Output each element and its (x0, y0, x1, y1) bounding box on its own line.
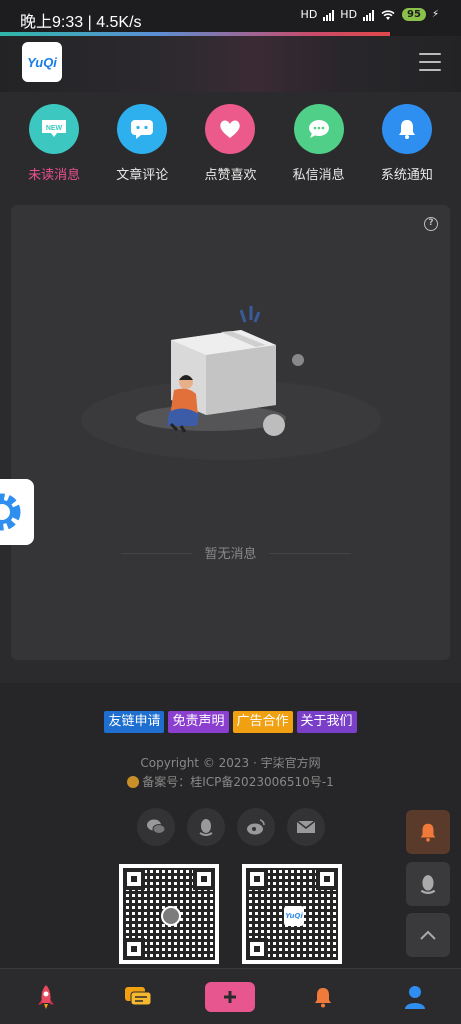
help-icon[interactable]: ? (424, 217, 438, 231)
wifi-icon (381, 9, 395, 20)
qq-icon[interactable] (186, 808, 225, 846)
settings-float-button[interactable] (0, 479, 34, 545)
wechat-qr-code (119, 864, 219, 964)
user-icon (404, 985, 425, 1009)
site-footer: 友链申请 免责声明 广告合作 关于我们 Copyright © 2023 · 宇… (0, 683, 461, 968)
qr-avatar (161, 906, 181, 926)
message-nav: NEW 未读消息 文章评论 点赞喜欢 私信消息 系统通知 (0, 104, 461, 183)
bell-icon (381, 104, 432, 154)
weibo-icon[interactable] (236, 808, 275, 846)
tab-notifications[interactable] (293, 984, 353, 1010)
social-links (0, 808, 461, 846)
nav-unread[interactable]: NEW 未读消息 (14, 104, 94, 183)
bell-icon (420, 823, 436, 842)
heart-icon (205, 104, 256, 154)
copyright-text: Copyright © 2023 · 宇柒官方网 (140, 756, 321, 770)
qr-logo: YuQi (284, 906, 304, 926)
link-about-us[interactable]: 关于我们 (296, 711, 357, 733)
link-friend-apply[interactable]: 友链申请 (104, 711, 165, 733)
chat-bubble-icon (293, 104, 344, 154)
site-header: YuQi (0, 36, 461, 92)
status-time: 晚上9:33 | 4.5K/s (20, 14, 142, 31)
nav-system-notice[interactable]: 系统通知 (367, 104, 447, 183)
tab-profile[interactable] (385, 984, 445, 1010)
nav-likes[interactable]: 点赞喜欢 (190, 104, 270, 183)
link-ad-cooperation[interactable]: 广告合作 (232, 711, 293, 733)
nav-private-messages[interactable]: 私信消息 (279, 104, 359, 183)
qq-icon (420, 875, 436, 894)
signal-icon-2 (363, 9, 375, 21)
email-icon[interactable] (286, 808, 325, 846)
wechat-icon[interactable] (136, 808, 175, 846)
footer-links: 友链申请 免责声明 广告合作 关于我们 (0, 711, 461, 733)
tab-home[interactable] (16, 984, 76, 1010)
nav-label-unread: 未读消息 (28, 168, 81, 183)
tab-publish[interactable] (200, 981, 260, 1012)
nav-label-likes: 点赞喜欢 (204, 168, 257, 183)
chevron-up-icon (420, 930, 436, 940)
back-to-top-button[interactable] (406, 913, 450, 957)
nav-comments[interactable]: 文章评论 (102, 104, 182, 183)
hd-label: HD (300, 8, 318, 21)
link-disclaimer[interactable]: 免责声明 (168, 711, 229, 733)
signal-icon (323, 9, 335, 21)
bell-icon (314, 987, 331, 1007)
icp-text[interactable]: 备案号：桂ICP备2023006510号-1 (142, 775, 333, 789)
empty-message: 暂无消息 (192, 547, 269, 562)
charging-icon: ⚡ (431, 9, 439, 20)
hd-label-2: HD (340, 8, 358, 21)
police-badge-icon (127, 776, 140, 788)
new-badge-icon: NEW (29, 104, 80, 154)
status-bar: 晚上9:33 | 4.5K/s HD HD 95 ⚡ (0, 0, 461, 36)
comment-icon (117, 104, 168, 154)
notification-float-button[interactable] (406, 810, 450, 854)
plus-icon (205, 981, 256, 1012)
battery-icon: 95 (402, 8, 426, 21)
nav-label-comments: 文章评论 (116, 168, 169, 183)
message-list-card: ? 暂无消息 (11, 205, 450, 660)
qq-float-button[interactable] (406, 862, 450, 906)
rocket-icon (38, 984, 55, 1009)
new-badge-text: NEW (46, 125, 63, 132)
gear-icon (0, 493, 21, 531)
tab-messages[interactable] (108, 985, 168, 1009)
menu-icon[interactable] (419, 53, 441, 71)
nav-label-private: 私信消息 (292, 168, 345, 183)
empty-box-illustration (81, 306, 381, 460)
site-qr-code: YuQi (242, 864, 342, 964)
comments-icon (125, 986, 152, 1005)
site-logo[interactable]: YuQi (22, 42, 62, 82)
bottom-tab-bar (0, 968, 461, 1024)
nav-label-system: 系统通知 (380, 168, 433, 183)
